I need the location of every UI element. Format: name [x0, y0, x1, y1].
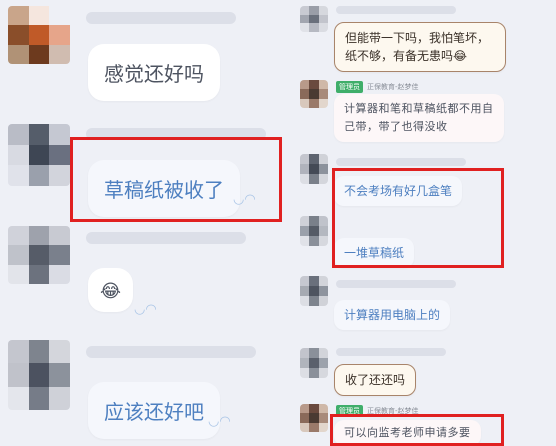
- avatar[interactable]: [8, 6, 70, 64]
- highlight-box: [70, 137, 282, 222]
- avatar[interactable]: [8, 124, 70, 186]
- avatar[interactable]: [300, 404, 328, 432]
- message-bubble[interactable]: 😂: [88, 268, 134, 312]
- laughing-emoji-icon: 😂: [100, 281, 122, 302]
- message-text: 计算器用电脑上的: [344, 308, 441, 322]
- admin-badge: 管理员: [336, 81, 363, 93]
- right-chat-panel: 但能带一下吗，我怕笔坏，纸不够，有备无患吗😂 管理员 正保教育-赵梦佳 计算器和…: [290, 0, 556, 446]
- message-bubble[interactable]: 应该还好吧: [88, 382, 220, 439]
- message-text: 感觉还好吗: [104, 62, 204, 86]
- sender-name-blurred: [336, 158, 466, 166]
- avatar[interactable]: [8, 226, 70, 284]
- sender-name-blurred: [86, 12, 236, 24]
- message-bubble[interactable]: 感觉还好吗: [88, 44, 220, 101]
- message-text: 收了还还吗: [345, 373, 406, 387]
- sender-name-blurred: [86, 346, 256, 358]
- message-bubble[interactable]: 但能带一下吗，我怕笔坏，纸不够，有备无患吗😂: [334, 22, 506, 72]
- sender-name-blurred: [336, 6, 456, 14]
- sender-row: 管理员 正保教育-赵梦佳: [336, 81, 419, 93]
- sender-name-blurred: [86, 232, 246, 244]
- avatar[interactable]: [300, 348, 328, 378]
- message-text: 计算器和笔和草稿纸都不用自己带，带了也得没收: [344, 102, 494, 133]
- message-bubble[interactable]: 收了还还吗: [334, 364, 417, 396]
- avatar[interactable]: [300, 276, 328, 306]
- avatar[interactable]: [300, 6, 328, 32]
- left-chat-panel: 感觉还好吗 草稿纸被收了 ◡◠ 😂 ◡◠ 应该还好吧 ◡◠: [0, 0, 290, 446]
- avatar[interactable]: [300, 80, 328, 108]
- message-bubble[interactable]: 计算器和笔和草稿纸都不用自己带，带了也得没收: [334, 94, 504, 142]
- message-bubble[interactable]: 计算器用电脑上的: [334, 300, 451, 330]
- avatar[interactable]: [8, 340, 70, 410]
- sender-name: 正保教育-赵梦佳: [367, 83, 419, 91]
- whale-icon: ◡◠: [208, 414, 231, 429]
- whale-icon: ◡◠: [134, 302, 157, 317]
- message-text: 但能带一下吗，我怕笔坏，纸不够，有备无患吗😂: [345, 31, 490, 63]
- highlight-box: [332, 168, 504, 268]
- highlight-box: [330, 414, 504, 446]
- sender-name-blurred: [336, 280, 456, 288]
- sender-name-blurred: [336, 348, 446, 356]
- avatar[interactable]: [300, 216, 328, 246]
- message-text: 应该还好吧: [104, 400, 204, 424]
- avatar[interactable]: [300, 154, 328, 184]
